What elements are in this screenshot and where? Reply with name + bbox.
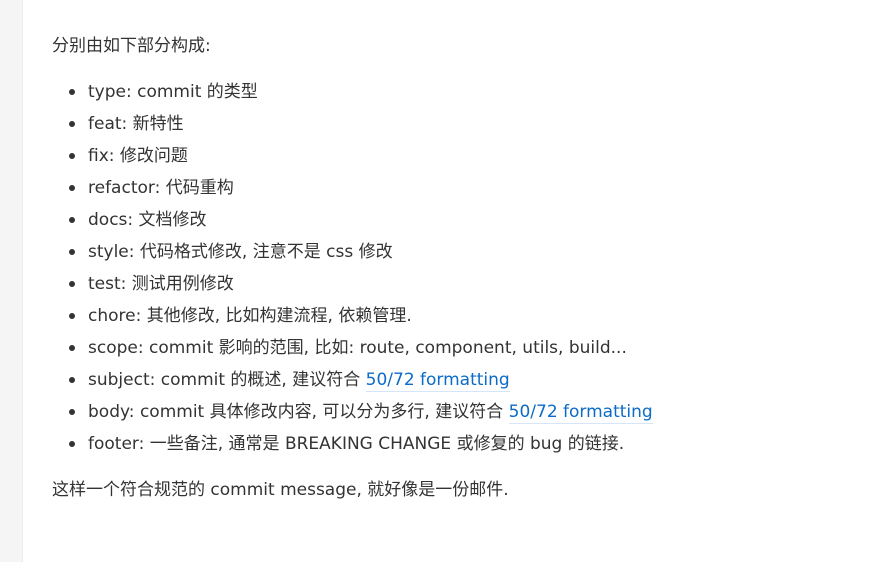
item-description: commit 的概述, 建议符合 — [155, 370, 366, 390]
item-key: subject: — [88, 370, 156, 390]
item-description: 一些备注, 通常是 BREAKING CHANGE 或修复的 bug 的链接. — [144, 434, 625, 454]
intro-paragraph: 分别由如下部分构成: — [52, 36, 211, 56]
commit-parts-list: type: commit 的类型 feat: 新特性 fix: 修改问题 refact… — [52, 76, 872, 460]
item-key: refactor: — [88, 178, 161, 198]
list-item: fix: 修改问题 — [52, 140, 872, 172]
bullet-icon — [69, 377, 75, 383]
bullet-icon — [69, 313, 75, 319]
list-item: feat: 新特性 — [52, 108, 872, 140]
list-item: refactor: 代码重构 — [52, 172, 872, 204]
article-content: 分别由如下部分构成: type: commit 的类型 feat: 新特性 fix:… — [52, 30, 872, 506]
bullet-icon — [69, 345, 75, 351]
list-item: style: 代码格式修改, 注意不是 css 修改 — [52, 236, 872, 268]
item-description: 修改问题 — [114, 146, 188, 166]
outro-paragraph: 这样一个符合规范的 commit message, 就好像是一份邮件. — [52, 480, 509, 500]
list-item: chore: 其他修改, 比如构建流程, 依赖管理. — [52, 300, 872, 332]
item-key: footer: — [88, 434, 145, 454]
bullet-icon — [69, 217, 75, 223]
bullet-icon — [69, 281, 75, 287]
bullet-icon — [69, 121, 75, 127]
list-item: subject: commit 的概述, 建议符合 50/72 formatti… — [52, 364, 872, 396]
item-description: 新特性 — [127, 114, 184, 134]
item-key: docs: — [88, 210, 134, 230]
bullet-icon — [69, 249, 75, 255]
list-item: scope: commit 影响的范围, 比如: route, componen… — [52, 332, 872, 364]
formatting-link[interactable]: 50/72 formatting — [508, 402, 653, 424]
item-key: style: — [88, 242, 135, 262]
item-key: test: — [88, 274, 127, 294]
item-description: commit 的类型 — [131, 82, 258, 102]
bullet-icon — [69, 409, 75, 415]
item-key: chore: — [88, 306, 142, 326]
item-key: type: — [88, 82, 132, 102]
item-description: 文档修改 — [133, 210, 207, 230]
bullet-icon — [69, 185, 75, 191]
item-description: 代码重构 — [160, 178, 234, 198]
item-key: body: — [88, 402, 135, 422]
formatting-link[interactable]: 50/72 formatting — [365, 370, 510, 392]
item-description: 代码格式修改, 注意不是 css 修改 — [134, 242, 393, 262]
item-description: 其他修改, 比如构建流程, 依赖管理. — [141, 306, 412, 326]
list-item: type: commit 的类型 — [52, 76, 872, 108]
bullet-icon — [69, 89, 75, 95]
left-gutter — [0, 0, 23, 562]
bullet-icon — [69, 441, 75, 447]
bullet-icon — [69, 153, 75, 159]
item-key: scope: — [88, 338, 144, 358]
list-item: body: commit 具体修改内容, 可以分为多行, 建议符合 50/72 … — [52, 396, 872, 428]
document-page: 分别由如下部分构成: type: commit 的类型 feat: 新特性 fix:… — [0, 0, 886, 562]
item-description: 测试用例修改 — [126, 274, 234, 294]
list-item: footer: 一些备注, 通常是 BREAKING CHANGE 或修复的 b… — [52, 428, 872, 460]
item-key: feat: — [88, 114, 128, 134]
list-item: test: 测试用例修改 — [52, 268, 872, 300]
item-description: commit 影响的范围, 比如: route, component, util… — [143, 338, 627, 358]
item-description: commit 具体修改内容, 可以分为多行, 建议符合 — [134, 402, 509, 422]
item-key: fix: — [88, 146, 115, 166]
list-item: docs: 文档修改 — [52, 204, 872, 236]
